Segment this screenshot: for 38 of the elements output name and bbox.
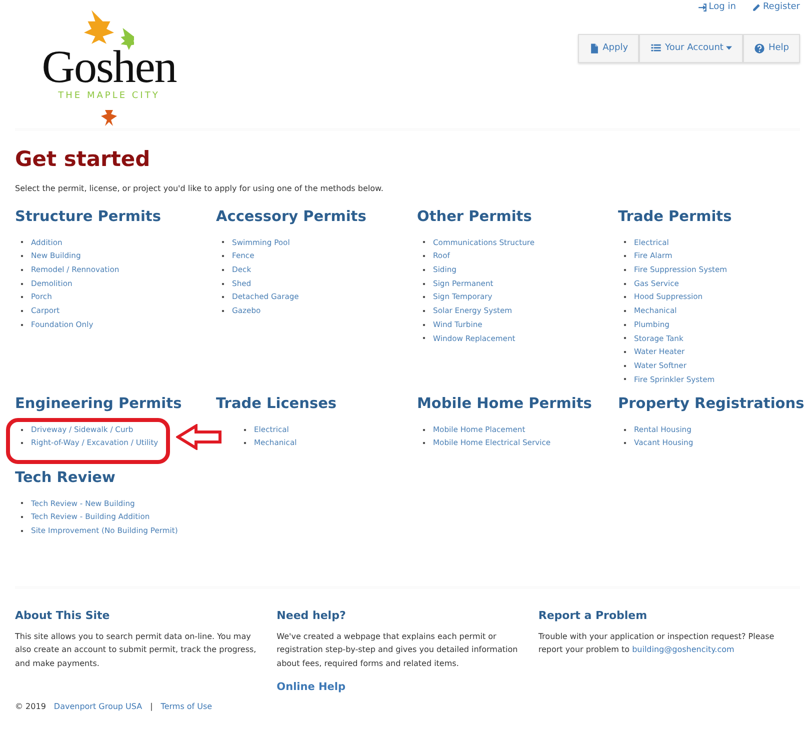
intro-text: Select the permit, license, or project you'd like to apply for using one of the methods below. [15, 183, 384, 196]
page-title: Get started [15, 147, 152, 172]
footer-link[interactable]: Davenport Group USA [54, 701, 142, 714]
pencil-icon [752, 3, 761, 12]
separator-text: | [150, 701, 153, 714]
register-link[interactable]: Register [752, 1, 800, 14]
caret-icon [726, 46, 732, 50]
footer-heading: Report a Problem [538, 608, 648, 622]
login-icon [698, 3, 707, 12]
footer-heading: Need help? [276, 608, 347, 622]
section-heading: Structure Permits [15, 209, 162, 227]
section-heading: Trade Permits [618, 209, 733, 227]
section-heading: Other Permits [417, 209, 533, 227]
footer-link[interactable]: Terms of Use [160, 701, 212, 714]
section-heading: Accessory Permits [216, 209, 368, 227]
help-button[interactable]: Help [743, 34, 800, 63]
list-icon [650, 42, 662, 54]
footer-heading: About This Site [15, 608, 111, 622]
maple-leaf-icon [118, 28, 134, 50]
logo-tagline: THE MAPLE CITY [58, 90, 160, 103]
apply-button[interactable]: Apply [578, 34, 640, 63]
section-heading: Property Registrations [618, 396, 806, 414]
section-heading: Engineering Permits [15, 396, 183, 414]
online-help-link[interactable]: Online Help [276, 680, 346, 696]
copyright-text: © 2019 [15, 701, 46, 714]
help-icon [754, 42, 766, 54]
maple-leaf-icon [84, 10, 114, 44]
document-icon [588, 42, 600, 54]
section-heading: Tech Review [15, 470, 116, 488]
footer-text: Trouble with your application or inspection request? Please report your problem to building@goshencity.com [538, 630, 776, 656]
login-link[interactable]: Log in [698, 1, 736, 14]
section-heading: Mobile Home Permits [417, 396, 593, 414]
footer-text: We've created a webpage that explains each permit or registration step-by-step and gives you detailed information about fees, required forms and related items. [276, 630, 518, 670]
section-heading: Trade Licenses [216, 396, 338, 414]
footer-text: This site allows you to search permit data on-line. You may also create an account to submit permit, track the progress, and make payments. [15, 630, 257, 670]
email-link[interactable]: building@goshencity.com [632, 645, 734, 654]
account-button[interactable]: Your Account [639, 34, 744, 63]
logo-wordmark: Goshen [42, 44, 176, 90]
